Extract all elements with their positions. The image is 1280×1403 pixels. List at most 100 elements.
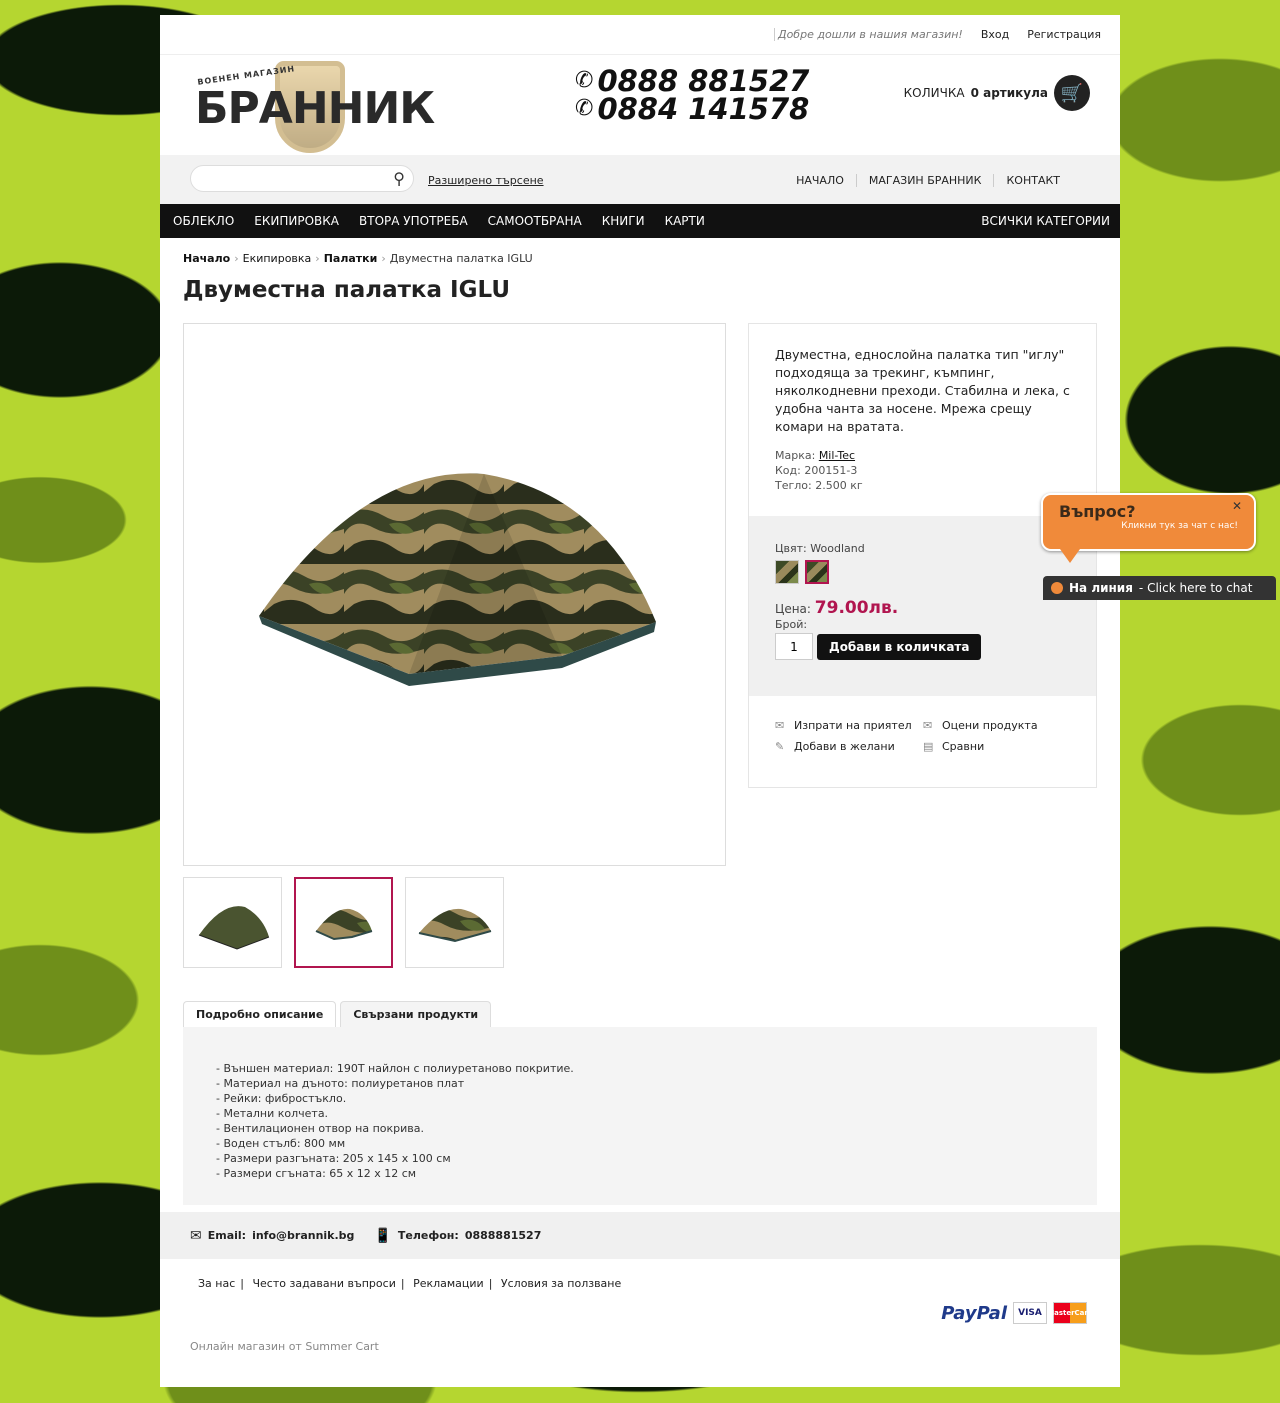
send-to-friend-link[interactable]: ✉ Изпрати на приятел bbox=[775, 719, 923, 732]
rate-product-label: Оцени продукта bbox=[942, 719, 1038, 732]
detail-line: - Размери разгъната: 205 х 145 х 100 см bbox=[216, 1152, 451, 1165]
logo-text: БРАННИК bbox=[195, 83, 435, 134]
product-description: Двуместна, еднослойна палатка тип "иглу"… bbox=[775, 347, 1070, 434]
pencil-icon: ✎ bbox=[775, 740, 785, 753]
advanced-search-link[interactable]: Разширено търсене bbox=[428, 174, 544, 187]
breadcrumb-equipment[interactable]: Екипировка bbox=[243, 252, 312, 265]
login-link[interactable]: Вход bbox=[981, 28, 1009, 41]
email-icon: ✉ bbox=[190, 1227, 202, 1244]
search-input[interactable] bbox=[201, 166, 391, 191]
add-to-wishlist-label: Добави в желани bbox=[794, 740, 895, 753]
add-to-wishlist-link[interactable]: ✎ Добави в желани bbox=[775, 740, 923, 753]
breadcrumb-tents[interactable]: Палатки bbox=[324, 252, 378, 265]
main-nav: ОБЛЕКЛО ЕКИПИРОВКА ВТОРА УПОТРЕБА САМООТ… bbox=[160, 204, 1120, 238]
cart-link[interactable]: КОЛИЧКА 0 артикула 🛒 bbox=[904, 75, 1090, 111]
footer-links: За нас | Често задавани въпроси | Рекламац… bbox=[198, 1277, 622, 1290]
tab-related[interactable]: Свързани продукти bbox=[340, 1001, 492, 1027]
product-weight: 2.500 кг bbox=[815, 479, 863, 492]
footer-link-terms[interactable]: Условия за ползване bbox=[501, 1277, 621, 1290]
powered-by: Онлайн магазин от Summer Cart bbox=[190, 1340, 379, 1353]
header: ВОЕНЕН МАГАЗИН БРАННИК ✆ 0888 881527 ✆ 088… bbox=[160, 55, 1120, 155]
search-row: ⚲ Разширено търсене НАЧАЛО МАГАЗИН БРАНН… bbox=[160, 155, 1120, 204]
phone-icon: ✆ bbox=[575, 68, 594, 93]
top-link-shop[interactable]: МАГАЗИН БРАННИК bbox=[855, 174, 994, 187]
rate-product-link[interactable]: ✉ Оцени продукта bbox=[923, 719, 1073, 732]
chat-bar[interactable]: На линия - Click here to chat bbox=[1043, 576, 1276, 600]
brand-label: Марка: bbox=[775, 449, 816, 462]
nav-item-maps[interactable]: КАРТИ bbox=[655, 214, 715, 228]
breadcrumb-home[interactable]: Начало bbox=[183, 252, 230, 265]
cart-label: КОЛИЧКА bbox=[903, 86, 965, 100]
phone-1: 0888 881527 bbox=[597, 64, 810, 98]
compare-icon: ▤ bbox=[923, 740, 934, 753]
welcome-text: Добре дошли в нашия магазин! bbox=[773, 28, 963, 41]
nav-item-second-hand[interactable]: ВТОРА УПОТРЕБА bbox=[349, 214, 478, 228]
paypal-logo: PayPal bbox=[941, 1302, 1007, 1324]
footer-contact-bar: ✉ Email: info@brannik.bg 📱 Телефон: 0888… bbox=[160, 1212, 1120, 1259]
chat-cta: - Click here to chat bbox=[1138, 581, 1253, 595]
detail-line: - Рейки: фибростъкло. bbox=[216, 1092, 347, 1105]
color-swatch-1[interactable] bbox=[775, 560, 799, 584]
page-title: Двуместна палатка IGLU bbox=[183, 277, 511, 303]
product-actions: ✉ Изпрати на приятел ✉ Оцени продукта ✎ Доб… bbox=[775, 719, 1073, 753]
product-code: 200151-3 bbox=[804, 464, 858, 477]
phone-numbers: ✆ 0888 881527 ✆ 0884 141578 bbox=[575, 64, 810, 124]
main-product-image[interactable] bbox=[183, 323, 726, 866]
nav-all-categories[interactable]: ВСИЧКИ КАТЕГОРИИ bbox=[971, 214, 1120, 228]
thumbnail-2[interactable] bbox=[294, 877, 393, 968]
breadcrumb-current: Двуместна палатка IGLU bbox=[389, 252, 533, 265]
logo[interactable]: ВОЕНЕН МАГАЗИН БРАННИК bbox=[195, 61, 435, 153]
code-label: Код: bbox=[775, 464, 801, 477]
footer-link-complaints[interactable]: Рекламации bbox=[413, 1277, 484, 1290]
thumbnail-1[interactable] bbox=[183, 877, 282, 968]
quantity-input[interactable] bbox=[775, 633, 813, 660]
chat-question: Въпрос? bbox=[1059, 502, 1136, 521]
cart-count: 0 артикула bbox=[970, 86, 1048, 100]
add-to-cart-button[interactable]: Добави в количката bbox=[817, 633, 982, 660]
footer-link-faq[interactable]: Често задавани въпроси bbox=[253, 1277, 396, 1290]
phone-label: Телефон: bbox=[397, 1229, 459, 1242]
chat-bubble[interactable]: Въпрос? Кликни тук за чат с нас! ✕ bbox=[1041, 493, 1256, 551]
detail-line: - Воден стълб: 800 мм bbox=[216, 1137, 346, 1150]
thumbnail-3[interactable] bbox=[405, 877, 504, 968]
color-value: Woodland bbox=[810, 542, 865, 555]
tab-content: - Външен материал: 190T найлон с полиуре… bbox=[183, 1027, 1097, 1205]
visa-logo: VISA bbox=[1013, 1302, 1047, 1324]
chat-status: На линия bbox=[1069, 581, 1133, 595]
detail-line: - Материал на дъното: полиуретанов плат bbox=[216, 1077, 465, 1090]
chat-subtext: Кликни тук за чат с нас! bbox=[1121, 521, 1238, 531]
tent-image bbox=[259, 473, 656, 686]
compare-link[interactable]: ▤ Сравни bbox=[923, 740, 1073, 753]
nav-item-equipment[interactable]: ЕКИПИРОВКА bbox=[244, 214, 349, 228]
detail-line: - Метални колчета. bbox=[216, 1107, 329, 1120]
payment-methods: PayPal VISA MasterCard bbox=[941, 1302, 1093, 1324]
footer-link-about[interactable]: За нас bbox=[198, 1277, 235, 1290]
nav-item-clothing[interactable]: ОБЛЕКЛО bbox=[163, 214, 244, 228]
nav-item-self-defense[interactable]: САМООТБРАНА bbox=[478, 214, 592, 228]
top-link-home[interactable]: НАЧАЛО bbox=[784, 174, 856, 187]
detail-line: - Външен материал: 190T найлон с полиуре… bbox=[216, 1062, 574, 1075]
tab-description[interactable]: Подробно описание bbox=[183, 1001, 337, 1027]
mastercard-logo: MasterCard bbox=[1047, 1302, 1093, 1324]
search-icon[interactable]: ⚲ bbox=[393, 169, 405, 188]
weight-label: Тегло: bbox=[775, 479, 812, 492]
detail-line: - Вентилационен отвор на покрива. bbox=[216, 1122, 424, 1135]
phone-icon: ✆ bbox=[575, 96, 594, 121]
brand-link[interactable]: Mil-Tec bbox=[819, 449, 855, 462]
register-link[interactable]: Регистрация bbox=[1027, 28, 1101, 41]
cart-icon: 🛒 bbox=[1054, 75, 1090, 111]
close-icon[interactable]: ✕ bbox=[1232, 499, 1242, 513]
product-meta: Марка: Mil-Tec Код: 200151-3 Тегло: 2.50… bbox=[749, 436, 1096, 493]
nav-item-books[interactable]: КНИГИ bbox=[592, 214, 655, 228]
top-link-contact[interactable]: КОНТАКТ bbox=[993, 174, 1072, 187]
email-label: Email: bbox=[207, 1229, 247, 1242]
price-value: 79.00лв. bbox=[814, 598, 899, 618]
product-tabs: Подробно описание Свързани продукти bbox=[183, 1001, 492, 1027]
color-swatches bbox=[775, 560, 1070, 584]
price-row: Цена: 79.00лв. bbox=[775, 598, 1070, 618]
thumbnail-strip bbox=[183, 877, 504, 968]
product-info-panel: Двуместна, еднослойна палатка тип "иглу"… bbox=[748, 323, 1097, 788]
email-link[interactable]: info@brannik.bg bbox=[252, 1229, 354, 1242]
color-swatch-2[interactable] bbox=[805, 560, 829, 584]
send-to-friend-label: Изпрати на приятел bbox=[794, 719, 912, 732]
